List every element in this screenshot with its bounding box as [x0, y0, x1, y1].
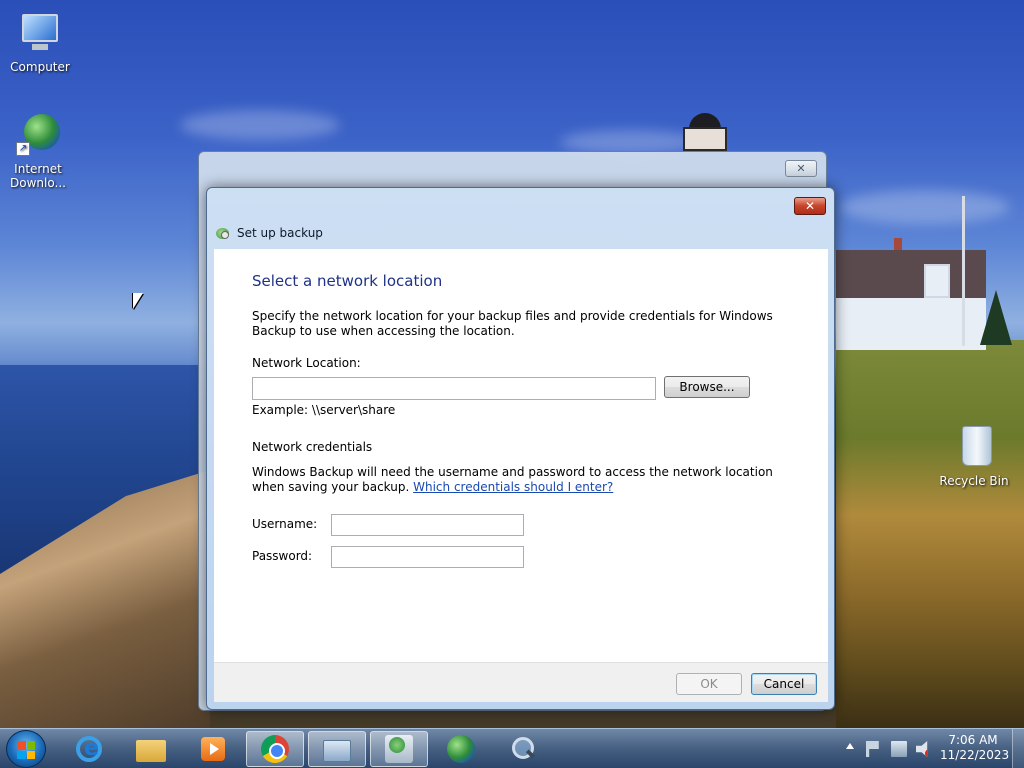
control-panel-icon [323, 739, 351, 762]
search-magnifier-icon [509, 735, 537, 763]
dialog-header: Set up backup [215, 223, 323, 243]
password-field[interactable] [331, 546, 524, 568]
taskbar-internet-download-manager[interactable] [432, 731, 490, 767]
internet-download-manager-icon [447, 735, 475, 763]
taskbar-internet-explorer[interactable] [60, 731, 118, 767]
dialog-content: Select a network location Specify the ne… [214, 249, 828, 662]
intro-text: Specify the network location for your ba… [252, 309, 773, 338]
network-location-input[interactable] [252, 377, 656, 400]
desktop-icon-recycle-bin[interactable]: Recycle Bin [936, 424, 1012, 488]
clock-time: 7:06 AM [948, 733, 998, 747]
backup-icon [215, 225, 231, 241]
taskbar-chrome[interactable] [246, 731, 304, 767]
username-label: Username: [252, 517, 318, 531]
ok-button[interactable]: OK [676, 673, 742, 695]
media-player-icon [201, 737, 225, 761]
taskbar-clock[interactable]: 7:06 AM 11/22/2023 [940, 733, 1010, 763]
password-label: Password: [252, 549, 313, 563]
username-field[interactable] [331, 514, 524, 536]
taskbar: x x 7:06 AM 11/22/2023 [0, 728, 1024, 768]
taskbar-backup-restore[interactable] [370, 731, 428, 767]
dialog-close-button[interactable]: ✕ [794, 197, 826, 215]
clock-date: 11/22/2023 [940, 748, 1010, 762]
file-explorer-icon [136, 740, 166, 762]
taskbar-search-tool[interactable] [494, 731, 552, 767]
desktop-icon-label: Internet Downlo... [10, 162, 66, 190]
show-desktop-button[interactable] [1012, 729, 1024, 768]
network-location-label: Network Location: [252, 356, 361, 370]
credentials-heading: Network credentials [252, 440, 373, 454]
background-window-close-button[interactable]: ✕ [785, 160, 817, 177]
show-hidden-icons-arrow-icon[interactable] [846, 743, 854, 749]
set-up-backup-dialog: ✕ Set up backup Select a network locatio… [206, 187, 835, 710]
dialog-title: Set up backup [237, 226, 323, 240]
cloud [840, 190, 1010, 224]
computer-icon [16, 10, 64, 56]
mouse-cursor [133, 293, 143, 309]
taskbar-file-explorer[interactable] [122, 731, 180, 767]
dialog-footer: OK Cancel [214, 662, 828, 702]
taskbar-media-player[interactable] [184, 731, 242, 767]
lighthouse [679, 105, 731, 151]
desktop-icon-internet-download-manager[interactable]: ↗ Internet Downlo... [0, 112, 76, 190]
desktop-icon-label: Recycle Bin [939, 474, 1009, 488]
flag-pole [962, 196, 965, 346]
recycle-bin-icon [950, 424, 998, 470]
internet-explorer-icon [76, 736, 102, 762]
volume-muted-icon[interactable]: x [916, 741, 928, 757]
chrome-icon [261, 735, 289, 763]
browse-button[interactable]: Browse... [664, 376, 750, 398]
backup-restore-icon [385, 735, 413, 763]
taskbar-control-panel[interactable] [308, 731, 366, 767]
windows-logo-icon [17, 741, 35, 759]
start-button[interactable] [6, 730, 46, 768]
network-icon[interactable] [891, 741, 907, 757]
example-text: Example: \\server\share [252, 403, 396, 417]
cancel-button[interactable]: Cancel [751, 673, 817, 695]
desktop-icon-computer[interactable]: Computer [2, 10, 78, 74]
action-center-flag-icon[interactable]: x [866, 741, 879, 757]
internet-download-manager-icon: ↗ [14, 112, 62, 158]
desktop-icon-label: Computer [10, 60, 70, 74]
grass-field [836, 340, 1024, 730]
credentials-text: Windows Backup will need the username an… [252, 465, 792, 495]
page-heading: Select a network location [252, 272, 443, 290]
cloud [180, 110, 340, 140]
which-credentials-link[interactable]: Which credentials should I enter? [413, 480, 613, 494]
